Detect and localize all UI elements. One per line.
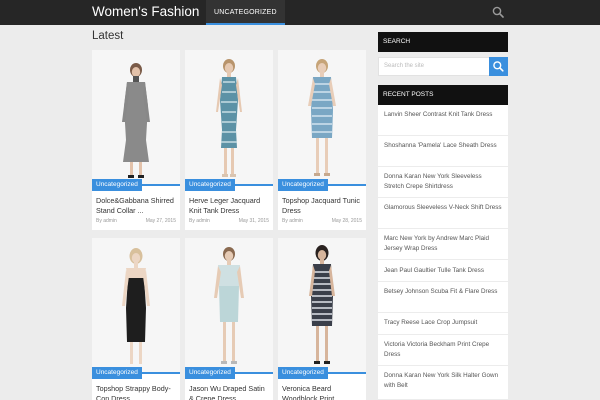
post-title[interactable]: Herve Leger Jacquard Knit Tank Dress <box>189 196 269 215</box>
list-item: Marc New York by Andrew Marc Plaid Jerse… <box>378 229 508 260</box>
post-card[interactable]: Uncategorized Herve Leger Jacquard Knit … <box>185 50 273 230</box>
post-title[interactable]: Veronica Beard Woodblock Print <box>282 384 362 400</box>
category-badge[interactable]: Uncategorized <box>185 179 235 191</box>
recent-post-link[interactable]: Donna Karan New York Silk Halter Gown wi… <box>384 371 502 390</box>
post-thumbnail[interactable] <box>92 238 180 373</box>
post-thumbnail[interactable] <box>185 238 273 373</box>
post-author[interactable]: By admin <box>189 218 210 224</box>
nav-item-uncategorized[interactable]: UNCATEGORIZED <box>206 0 285 25</box>
list-item: Donna Karan New York Silk Halter Gown wi… <box>378 366 508 400</box>
section-heading-latest: Latest <box>92 30 124 42</box>
search-submit-button[interactable] <box>489 57 508 76</box>
post-card[interactable]: Uncategorized Topshop Jacquard Tunic Dre… <box>278 50 366 230</box>
search-input[interactable]: Search the site <box>378 57 490 76</box>
list-item: Donna Karan New York Sleeveless Stretch … <box>378 167 508 198</box>
post-meta: By admin May 28, 2015 <box>282 218 362 224</box>
widget-title-search: SEARCH <box>378 32 508 52</box>
top-navigation-bar: Women's Fashion UNCATEGORIZED <box>0 0 600 25</box>
post-thumbnail[interactable] <box>278 50 366 185</box>
post-author[interactable]: By admin <box>282 218 303 224</box>
post-title[interactable]: Topshop Strappy Body-Con Dress <box>96 384 176 400</box>
post-thumbnail[interactable] <box>278 238 366 373</box>
list-item: Victoria Victoria Beckham Print Crepe Dr… <box>378 335 508 366</box>
recent-post-link[interactable]: Shoshanna 'Pamela' Lace Sheath Dress <box>384 141 502 151</box>
post-card[interactable]: Uncategorized Topshop Strappy Body-Con D… <box>92 238 180 400</box>
category-badge[interactable]: Uncategorized <box>92 367 142 379</box>
recent-post-link[interactable]: Betsey Johnson Scuba Fit & Flare Dress <box>384 287 502 297</box>
recent-post-link[interactable]: Donna Karan New York Sleeveless Stretch … <box>384 172 502 191</box>
site-title[interactable]: Women's Fashion <box>92 4 199 19</box>
post-meta: By admin May 27, 2015 <box>96 218 176 224</box>
post-card[interactable]: Uncategorized Veronica Beard Woodblock P… <box>278 238 366 400</box>
list-item: Shoshanna 'Pamela' Lace Sheath Dress <box>378 136 508 167</box>
post-date: May 28, 2015 <box>331 218 362 224</box>
recent-post-link[interactable]: Marc New York by Andrew Marc Plaid Jerse… <box>384 234 502 253</box>
recent-post-link[interactable]: Tracy Reese Lace Crop Jumpsuit <box>384 318 502 328</box>
post-card[interactable]: Uncategorized Dolce&Gabbana Shirred Stan… <box>92 50 180 230</box>
post-date: May 27, 2015 <box>145 218 176 224</box>
category-badge[interactable]: Uncategorized <box>278 179 328 191</box>
category-badge[interactable]: Uncategorized <box>185 367 235 379</box>
post-date: May 31, 2015 <box>238 218 269 224</box>
recent-posts-list: Lanvin Sheer Contrast Knit Tank Dress Sh… <box>378 105 508 400</box>
recent-post-link[interactable]: Glamorous Sleeveless V-Neck Shift Dress <box>384 203 502 213</box>
recent-post-link[interactable]: Victoria Victoria Beckham Print Crepe Dr… <box>384 340 502 359</box>
post-title[interactable]: Topshop Jacquard Tunic Dress <box>282 196 362 215</box>
recent-post-link[interactable]: Jean Paul Gaultier Tulle Tank Dress <box>384 266 502 276</box>
search-icon[interactable] <box>492 6 504 18</box>
post-title[interactable]: Dolce&Gabbana Shirred Stand Collar ... <box>96 196 176 215</box>
list-item: Betsey Johnson Scuba Fit & Flare Dress <box>378 282 508 313</box>
list-item: Lanvin Sheer Contrast Knit Tank Dress <box>378 105 508 136</box>
recent-post-link[interactable]: Lanvin Sheer Contrast Knit Tank Dress <box>384 110 502 120</box>
list-item: Glamorous Sleeveless V-Neck Shift Dress <box>378 198 508 229</box>
post-thumbnail[interactable] <box>185 50 273 185</box>
post-author[interactable]: By admin <box>96 218 117 224</box>
post-thumbnail[interactable] <box>92 50 180 185</box>
category-badge[interactable]: Uncategorized <box>278 367 328 379</box>
post-card[interactable]: Uncategorized Jason Wu Draped Satin & Cr… <box>185 238 273 400</box>
post-title[interactable]: Jason Wu Draped Satin & Crepe Dress <box>189 384 269 400</box>
widget-title-recent-posts: RECENT POSTS <box>378 85 508 105</box>
list-item: Tracy Reese Lace Crop Jumpsuit <box>378 313 508 335</box>
search-icon <box>493 61 504 72</box>
post-meta: By admin May 31, 2015 <box>189 218 269 224</box>
list-item: Jean Paul Gaultier Tulle Tank Dress <box>378 260 508 282</box>
category-badge[interactable]: Uncategorized <box>92 179 142 191</box>
